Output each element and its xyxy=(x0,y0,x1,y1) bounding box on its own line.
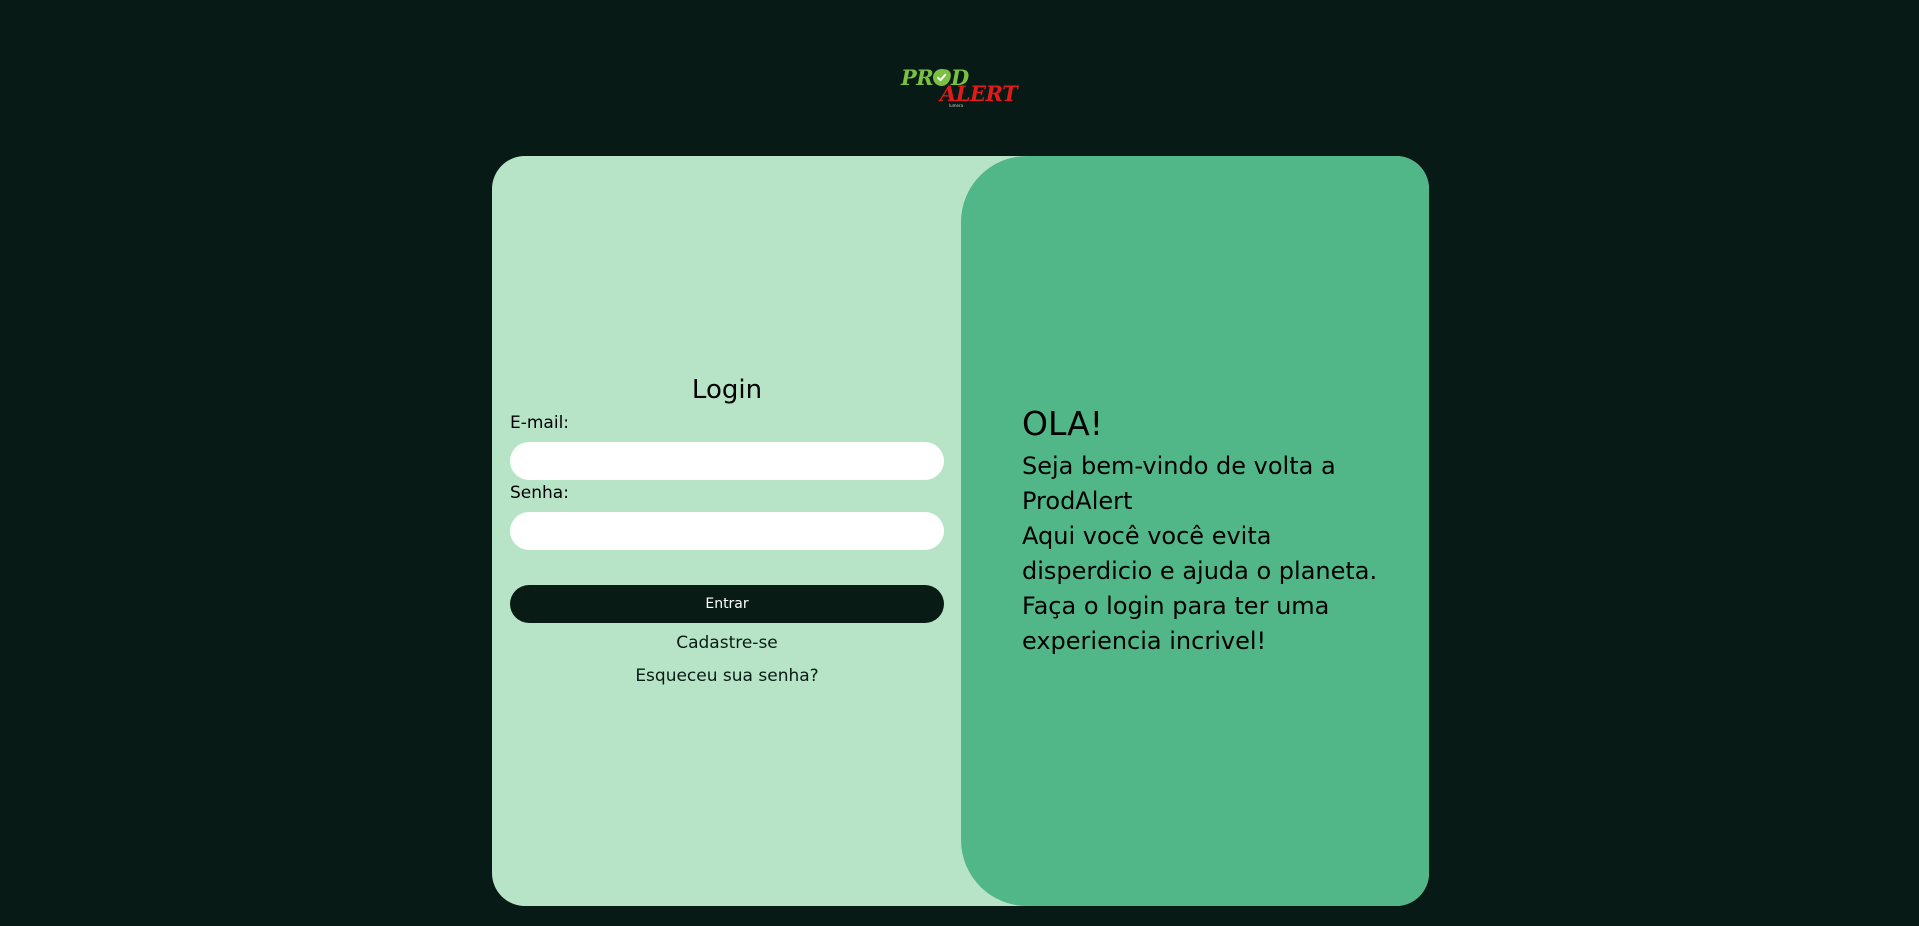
password-label: Senha: xyxy=(510,483,569,503)
welcome-line: Aqui você você evita disperdicio e ajuda… xyxy=(1022,522,1378,585)
forgot-password-link[interactable]: Esqueceu sua senha? xyxy=(510,666,944,686)
prodalert-logo: PROD ALERT lumera xyxy=(900,66,1022,112)
logo-tagline: lumera xyxy=(949,103,964,108)
password-field[interactable] xyxy=(510,512,944,550)
email-label: E-mail: xyxy=(510,413,570,433)
login-form-panel: Login E-mail: Senha: Entrar Cadastre-se … xyxy=(492,156,962,906)
welcome-line: Seja bem-vindo de volta a ProdAlert xyxy=(1022,452,1336,515)
welcome-line: Faça o login para ter uma experiencia in… xyxy=(1022,592,1330,655)
welcome-panel: OLA! Seja bem-vindo de volta a ProdAlert… xyxy=(961,156,1429,906)
login-title: Login xyxy=(691,375,763,405)
register-link[interactable]: Cadastre-se xyxy=(510,633,944,653)
login-button[interactable]: Entrar xyxy=(510,585,944,623)
login-page: PROD ALERT lumera Login E-mail: Senha: E… xyxy=(0,0,1919,926)
login-card: Login E-mail: Senha: Entrar Cadastre-se … xyxy=(492,156,1429,906)
welcome-message: Seja bem-vindo de volta a ProdAlert Aqui… xyxy=(1022,449,1382,659)
welcome-greeting: OLA! xyxy=(1022,404,1103,443)
email-field[interactable] xyxy=(510,442,944,480)
